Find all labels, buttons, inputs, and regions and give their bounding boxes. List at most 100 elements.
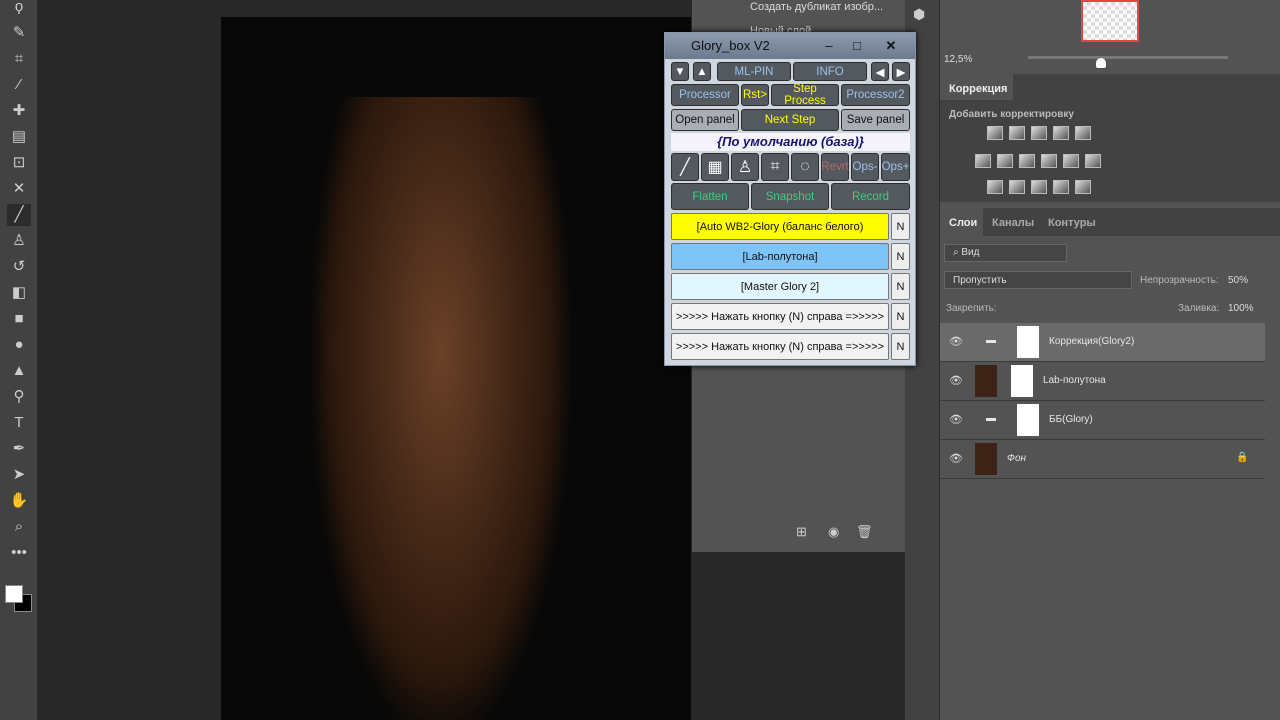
- lasso-icon[interactable]: ϙ: [7, 0, 31, 18]
- camera-icon[interactable]: ◉: [828, 524, 839, 540]
- eye-icon[interactable]: 👁: [949, 335, 963, 348]
- levels-icon[interactable]: [1009, 126, 1025, 140]
- n-button[interactable]: N: [891, 303, 910, 330]
- n-button[interactable]: N: [891, 333, 910, 360]
- gradient-icon[interactable]: ■: [7, 308, 31, 330]
- zoom-slider-handle[interactable]: [1096, 58, 1106, 68]
- color-lookup-icon[interactable]: [1085, 154, 1101, 168]
- layer-row[interactable]: 👁 Lab-полутона: [940, 362, 1265, 401]
- channel-mixer-icon[interactable]: [1063, 154, 1079, 168]
- tab-channels[interactable]: Каналы: [992, 217, 1034, 229]
- zoom-slider[interactable]: [1028, 56, 1228, 59]
- trash-icon[interactable]: 🗑: [856, 524, 873, 540]
- flatten-button[interactable]: Flatten: [671, 183, 749, 210]
- window-titlebar[interactable]: Glory_box V2 – □ ✕: [665, 33, 915, 59]
- action-button[interactable]: >>>>> Нажать кнопку (N) справа =>>>>>: [671, 333, 889, 360]
- action-button[interactable]: [Auto WB2-Glory (баланс белого): [671, 213, 889, 240]
- n-button[interactable]: N: [891, 243, 910, 270]
- tab-adjustments[interactable]: Коррекция: [949, 83, 1007, 95]
- healing-icon[interactable]: ✚: [7, 100, 31, 122]
- ops-minus-button[interactable]: Ops-: [851, 153, 879, 181]
- layer-row[interactable]: 👁 Фон 🔒: [940, 440, 1265, 479]
- selective-color-icon[interactable]: [1053, 180, 1069, 194]
- hand-icon[interactable]: ✋: [7, 490, 31, 512]
- threshold-icon[interactable]: [1031, 180, 1047, 194]
- brightness-icon[interactable]: [987, 126, 1003, 140]
- document-image[interactable]: [221, 17, 691, 720]
- pen-icon[interactable]: ✒: [7, 438, 31, 460]
- processor2-button[interactable]: Processor2: [841, 84, 910, 106]
- history-brush-icon[interactable]: ↺: [7, 256, 31, 278]
- ops-plus-button[interactable]: Ops+: [881, 153, 910, 181]
- new-snapshot-icon[interactable]: ⊞: [796, 524, 807, 540]
- layer-filter-select[interactable]: ⌕ Вид: [944, 244, 1067, 262]
- n-button[interactable]: N: [891, 273, 910, 300]
- eyedropper-icon[interactable]: ⁄: [7, 74, 31, 96]
- snapshot-button[interactable]: Snapshot: [751, 183, 829, 210]
- open-panel-button[interactable]: Open panel: [671, 109, 739, 131]
- ml-pin-button[interactable]: ML-PIN: [717, 62, 791, 81]
- action-button[interactable]: >>>>> Нажать кнопку (N) справа =>>>>>: [671, 303, 889, 330]
- next-step-button[interactable]: Next Step: [741, 109, 839, 131]
- eye-icon[interactable]: 👁: [949, 413, 963, 426]
- zoom-value[interactable]: 12,5%: [944, 54, 972, 65]
- arrow-down-button[interactable]: ▼: [671, 62, 689, 81]
- tab-paths[interactable]: Контуры: [1048, 217, 1096, 229]
- posterize-icon[interactable]: [1009, 180, 1025, 194]
- frame-icon[interactable]: ⊡: [7, 152, 31, 174]
- dodge-icon[interactable]: ⚲: [7, 386, 31, 408]
- arrow-left-button[interactable]: ◀: [871, 62, 889, 81]
- close-button[interactable]: ✕: [871, 33, 911, 59]
- invert-icon[interactable]: [987, 180, 1003, 194]
- bw-icon[interactable]: [1019, 154, 1035, 168]
- zoom-icon[interactable]: ⌕: [7, 516, 31, 538]
- photo-filter-icon[interactable]: [1041, 154, 1057, 168]
- eye-icon[interactable]: 👁: [949, 374, 963, 387]
- arrow-right-button[interactable]: ▶: [892, 62, 910, 81]
- tab-layers[interactable]: Слои: [949, 217, 977, 229]
- path-select-icon[interactable]: ➤: [7, 464, 31, 486]
- 3d-icon[interactable]: ⬢: [913, 6, 925, 23]
- minimize-button[interactable]: –: [815, 33, 843, 59]
- layer-row[interactable]: 👁 ▬ Коррекция(Glory2): [940, 323, 1265, 362]
- vibrance-icon[interactable]: [1075, 126, 1091, 140]
- sharpen-icon[interactable]: ▲: [7, 360, 31, 382]
- selection-brush-icon[interactable]: ◌: [791, 153, 819, 181]
- step-process-button[interactable]: Step Process: [771, 83, 839, 107]
- more-icon[interactable]: •••: [7, 542, 31, 564]
- rst-button[interactable]: Rst>: [741, 84, 769, 106]
- fg-color-swatch[interactable]: [5, 585, 23, 603]
- quick-select-icon[interactable]: ✎: [7, 22, 31, 44]
- brush-icon[interactable]: ╱: [671, 153, 699, 181]
- history-item[interactable]: Создать дубликат изобр...: [692, 0, 905, 18]
- crop-icon[interactable]: ⌗: [7, 48, 31, 70]
- action-button[interactable]: [Master Glory 2]: [671, 273, 889, 300]
- n-button[interactable]: N: [891, 213, 910, 240]
- eraser-icon[interactable]: ◧: [7, 282, 31, 304]
- maximize-button[interactable]: □: [843, 33, 871, 59]
- hue-sat-icon[interactable]: [975, 154, 991, 168]
- action-button[interactable]: [Lab-полутона]: [671, 243, 889, 270]
- crop-icon[interactable]: ⌗: [761, 153, 789, 181]
- layer-row[interactable]: 👁 ▬ ББ(Glory): [940, 401, 1265, 440]
- curves-icon[interactable]: [1031, 126, 1047, 140]
- patch-icon[interactable]: ▤: [7, 126, 31, 148]
- exposure-icon[interactable]: [1053, 126, 1069, 140]
- revert-button[interactable]: Revrt: [821, 153, 849, 181]
- eye-icon[interactable]: 👁: [949, 452, 963, 465]
- bandage-icon[interactable]: ▦: [701, 153, 729, 181]
- color-balance-icon[interactable]: [997, 154, 1013, 168]
- opacity-input[interactable]: 50%: [1228, 275, 1248, 286]
- blur-icon[interactable]: ●: [7, 334, 31, 356]
- brush-icon[interactable]: ╱: [7, 204, 31, 226]
- type-icon[interactable]: T: [7, 412, 31, 434]
- record-button[interactable]: Record: [831, 183, 910, 210]
- stamp-icon[interactable]: ♙: [731, 153, 759, 181]
- stamp-icon[interactable]: ♙: [7, 230, 31, 252]
- info-button[interactable]: INFO: [793, 62, 867, 81]
- processor-button[interactable]: Processor: [671, 84, 739, 106]
- gradient-map-icon[interactable]: [1075, 180, 1091, 194]
- arrow-up-button[interactable]: ▲: [693, 62, 711, 81]
- move-content-icon[interactable]: ✕: [7, 178, 31, 200]
- fill-input[interactable]: 100%: [1228, 303, 1254, 314]
